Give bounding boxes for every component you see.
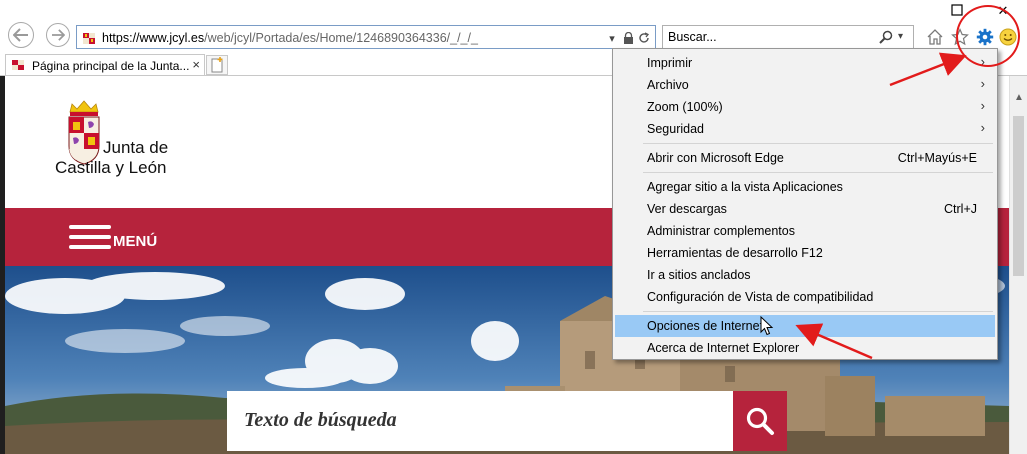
search-dropdown-icon[interactable]: ▾ [898,31,903,42]
hamburger-icon [69,225,111,249]
brand-line-2: Castilla y León [55,158,167,177]
menu-item-compat-view[interactable]: Configuración de Vista de compatibilidad [615,286,995,308]
tools-menu: Imprimir › Archivo › Zoom (100%) › Segur… [612,48,998,360]
menu-item-label: Acerca de Internet Explorer [647,341,800,355]
menu-item-pinned-sites[interactable]: Ir a sitios anclados [615,264,995,286]
site-favicon-icon [83,33,95,44]
menu-item-internet-options[interactable]: Opciones de Internet [615,315,995,337]
browser-window: ✕ https://www.jcyl.es/web/jcyl/Portada/e… [0,0,1027,454]
menu-separator [643,311,993,312]
menu-item-devtools[interactable]: Herramientas de desarrollo F12 [615,242,995,264]
address-dropdown-icon[interactable]: ▾ [605,30,619,46]
menu-item-label: Configuración de Vista de compatibilidad [647,290,874,304]
annotation-circle [956,5,1020,67]
menu-item-shortcut: Ctrl+J [944,202,977,216]
menu-button[interactable]: MENÚ [69,224,157,250]
back-button[interactable] [8,22,34,48]
menu-item-zoom[interactable]: Zoom (100%) › [615,96,995,118]
site-search: Texto de búsqueda [227,391,787,451]
tab-close-icon[interactable]: × [192,57,200,72]
url-host: https://www.jcyl.es [102,31,205,45]
tab-title: Página principal de la Junta... [32,59,190,73]
site-search-field[interactable]: Texto de búsqueda [227,391,733,451]
menu-item-label: Zoom (100%) [647,100,723,114]
address-bar[interactable]: https://www.jcyl.es/web/jcyl/Portada/es/… [76,25,656,49]
menu-item-label: Administrar complementos [647,224,795,238]
menu-separator [643,143,993,144]
forward-arrow-icon [51,29,65,41]
lock-icon[interactable] [621,30,635,46]
menu-item-shortcut: Ctrl+Mayús+E [897,151,977,165]
new-tab-button[interactable] [206,55,228,75]
menu-item-label: Archivo [647,78,689,92]
menu-item-label: Imprimir [647,56,693,70]
menu-label: MENÚ [113,232,158,250]
scroll-thumb[interactable] [1013,116,1024,276]
submenu-arrow-icon: › [980,120,985,135]
menu-item-about-ie[interactable]: Acerca de Internet Explorer [615,337,995,359]
tab-favicon-icon [12,60,24,70]
magnifier-icon [746,407,774,435]
menu-item-label: Seguridad [647,122,704,136]
brand-line-1: Junta de [103,138,169,157]
site-logo[interactable]: Junta de Castilla y León [55,98,215,188]
refresh-icon[interactable] [637,30,651,46]
submenu-arrow-icon: › [980,98,985,113]
site-search-button[interactable] [733,391,787,451]
menu-separator [643,172,993,173]
menu-item-archivo[interactable]: Archivo › [615,74,995,96]
browser-search-input[interactable] [668,29,868,45]
new-tab-icon [211,57,223,73]
tab-active[interactable]: Página principal de la Junta... × [5,54,205,76]
submenu-arrow-icon: › [980,76,985,91]
menu-item-label: Herramientas de desarrollo F12 [647,246,823,260]
menu-item-label: Opciones de Internet [647,319,764,333]
menu-item-imprimir[interactable]: Imprimir › [615,52,995,74]
menu-item-label: Abrir con Microsoft Edge [647,151,784,165]
home-icon[interactable] [925,27,945,47]
menu-item-add-site-apps[interactable]: Agregar sitio a la vista Aplicaciones [615,176,995,198]
url-text[interactable]: https://www.jcyl.es/web/jcyl/Portada/es/… [102,31,478,45]
search-icon[interactable] [879,30,893,47]
menu-item-addons[interactable]: Administrar complementos [615,220,995,242]
menu-item-downloads[interactable]: Ver descargas Ctrl+J [615,198,995,220]
browser-search-box[interactable]: ▾ [662,25,914,49]
menu-item-label: Agregar sitio a la vista Aplicaciones [647,180,843,194]
page-scrollbar[interactable]: ▲ [1009,76,1027,454]
menu-item-open-edge[interactable]: Abrir con Microsoft Edge Ctrl+Mayús+E [615,147,995,169]
url-path: /web/jcyl/Portada/es/Home/1246890364336/… [204,31,478,45]
forward-button[interactable] [46,23,70,47]
menu-item-label: Ver descargas [647,202,727,216]
site-search-placeholder: Texto de búsqueda [244,409,397,431]
menu-item-seguridad[interactable]: Seguridad › [615,118,995,140]
scroll-up-icon[interactable]: ▲ [1014,92,1024,103]
back-arrow-icon [13,28,28,42]
menu-item-label: Ir a sitios anclados [647,268,751,282]
mouse-cursor-icon [760,316,774,336]
